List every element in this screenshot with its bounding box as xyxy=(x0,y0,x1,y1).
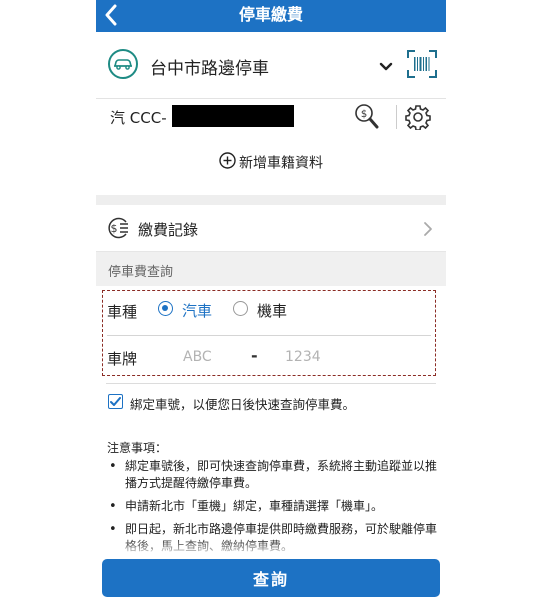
bind-plate-checkbox[interactable] xyxy=(108,394,123,409)
gear-icon[interactable] xyxy=(405,104,431,134)
radio-motorcycle[interactable] xyxy=(233,301,248,316)
plus-circle-icon xyxy=(219,152,236,173)
vehicle-row: 汽 CCC- $ xyxy=(96,98,446,137)
add-vehicle-link[interactable]: 新增車籍資料 xyxy=(96,152,446,173)
payment-records-row[interactable]: $ 繳費記錄 xyxy=(96,205,446,252)
divider xyxy=(106,383,436,384)
list-item: 綁定車號後，即可快速查詢停車費，系統將主動追蹤並以推播方式提醒待繳停車費。 xyxy=(107,458,437,492)
vehicle-type-label: 車種 xyxy=(107,303,138,321)
svg-text:$: $ xyxy=(361,109,367,120)
app-header: 停車繳費 xyxy=(96,0,446,32)
plate-prefix-input[interactable] xyxy=(183,343,239,371)
chevron-right-icon xyxy=(423,221,433,241)
chevron-down-icon[interactable] xyxy=(379,57,393,76)
barcode-scan-icon[interactable] xyxy=(407,50,437,82)
add-vehicle-label: 新增車籍資料 xyxy=(239,155,323,172)
notes-title: 注意事項： xyxy=(107,441,168,455)
radio-car[interactable] xyxy=(158,301,173,316)
payment-records-label: 繳費記錄 xyxy=(138,221,199,239)
divider xyxy=(396,105,397,129)
plate-suffix-input[interactable] xyxy=(285,343,355,371)
payment-list-icon: $ xyxy=(106,217,130,243)
area-selector[interactable]: 台中市路邊停車 xyxy=(96,42,446,88)
radio-car-label[interactable]: 汽車 xyxy=(182,300,212,321)
section-header: 停車費查詢 xyxy=(96,252,446,286)
plate-redaction xyxy=(172,105,294,127)
scroll-fade xyxy=(96,538,446,558)
plate-label: 車牌 xyxy=(107,350,138,368)
page-title: 停車繳費 xyxy=(238,5,303,24)
list-item: 申請新北市「重機」綁定，車種請選擇「機車」。 xyxy=(107,498,437,515)
plate-separator: - xyxy=(251,346,258,365)
car-icon xyxy=(108,49,138,79)
vehicle-plate: 汽 CCC- xyxy=(110,109,167,127)
query-form: 車種 汽車 機車 車牌 - xyxy=(102,290,436,376)
area-name: 台中市路邊停車 xyxy=(150,59,269,79)
section-title: 停車費查詢 xyxy=(108,265,174,280)
app-screen: 停車繳費 台中市路邊停車 汽 CCC- $ 新增車籍資料 $ 繳費記錄 停車費查… xyxy=(96,0,446,598)
query-button[interactable]: 查詢 xyxy=(102,559,440,597)
section-gap xyxy=(96,195,446,205)
radio-motorcycle-label[interactable]: 機車 xyxy=(257,300,287,321)
coin-search-icon[interactable]: $ xyxy=(354,103,380,135)
bind-plate-label: 綁定車號，以便您日後快速查詢停車費。 xyxy=(130,397,356,412)
bind-plate-option[interactable]: 綁定車號，以便您日後快速查詢停車費。 xyxy=(108,394,446,414)
svg-text:$: $ xyxy=(111,222,118,235)
form-divider xyxy=(107,335,431,336)
